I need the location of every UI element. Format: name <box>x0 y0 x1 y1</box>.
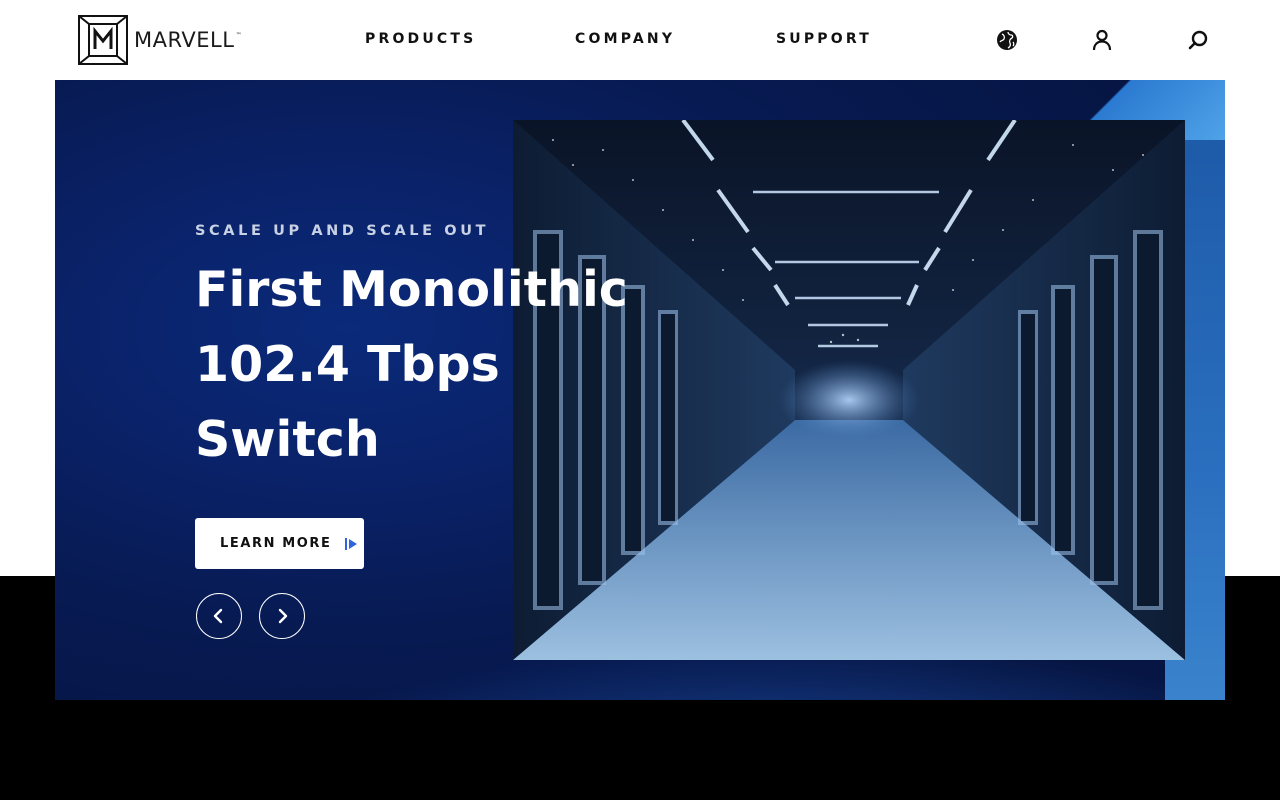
learn-more-button[interactable]: LEARN MORE <box>195 518 364 569</box>
hero-banner: SCALE UP AND SCALE OUT First Monolithic … <box>55 80 1225 700</box>
user-icon[interactable] <box>1090 28 1114 52</box>
globe-icon[interactable] <box>995 28 1019 52</box>
chevron-left-icon <box>213 608 223 624</box>
carousel-next-button[interactable] <box>259 593 305 639</box>
play-arrow-icon <box>344 537 357 550</box>
hero-headline-line: First Monolithic <box>195 261 628 318</box>
hero-headline-line: Switch <box>195 411 380 468</box>
hero-headline: First Monolithic 102.4 Tbps Switch <box>195 252 635 477</box>
carousel-prev-button[interactable] <box>196 593 242 639</box>
learn-more-label: LEARN MORE <box>220 536 332 551</box>
main-nav: PRODUCTS COMPANY SUPPORT <box>0 28 1280 50</box>
nav-item-products[interactable]: PRODUCTS <box>365 28 476 50</box>
search-icon[interactable] <box>1186 28 1210 52</box>
hero-headline-line: 102.4 Tbps <box>195 336 500 393</box>
nav-item-support[interactable]: SUPPORT <box>776 28 872 50</box>
hero-eyebrow: SCALE UP AND SCALE OUT <box>195 223 490 239</box>
chevron-right-icon <box>278 608 288 624</box>
nav-item-company[interactable]: COMPANY <box>575 28 675 50</box>
